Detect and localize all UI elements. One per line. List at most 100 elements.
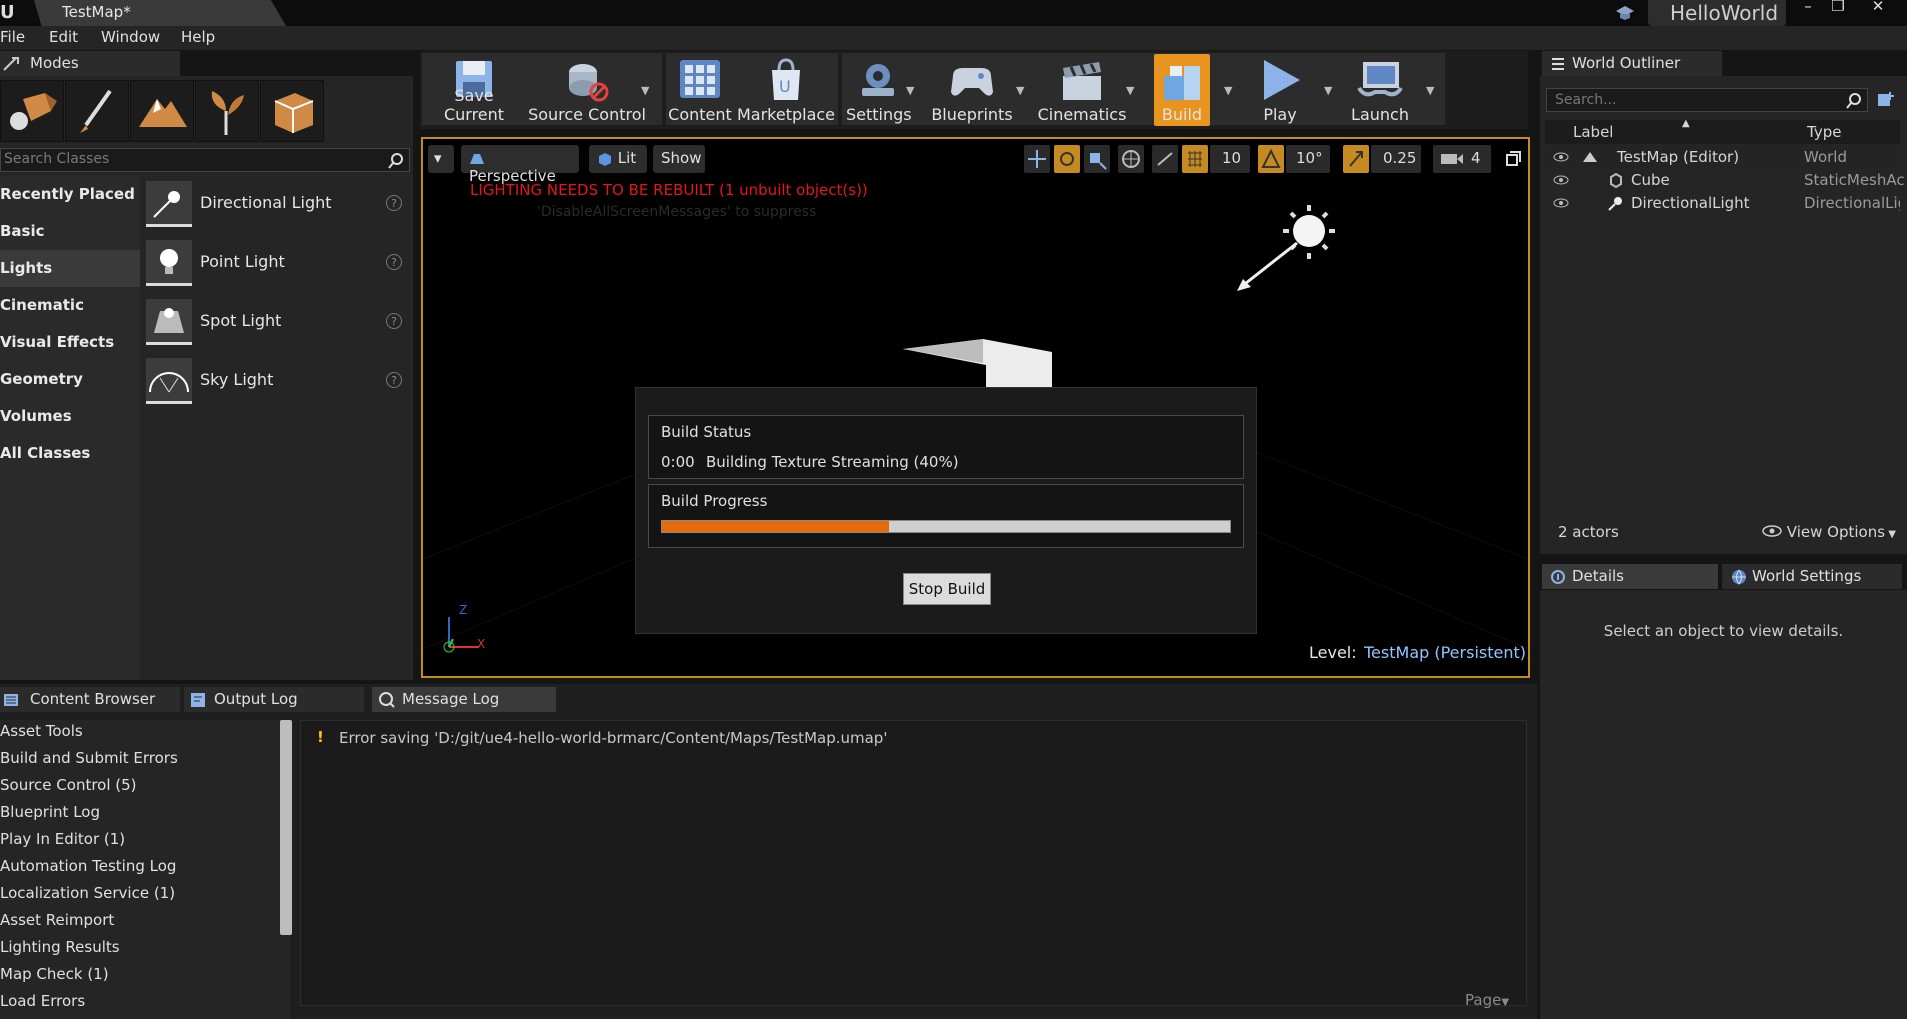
log-category-item[interactable]: Map Check (1)	[0, 965, 109, 983]
help-icon[interactable]: ?	[386, 195, 402, 211]
spot-light-item[interactable]: Spot Light ?	[146, 295, 410, 353]
category-scrollbar[interactable]	[280, 720, 292, 935]
point-light-item[interactable]: Point Light ?	[146, 236, 410, 294]
foliage-mode-button[interactable]	[195, 80, 259, 142]
grid-snap-icon[interactable]	[1182, 145, 1208, 173]
unreal-logo-icon[interactable]: U	[0, 2, 16, 24]
settings-button[interactable]: Settings	[846, 54, 912, 126]
scale-tool-icon[interactable]	[1084, 145, 1110, 173]
build-dropdown-caret[interactable]: ▼	[1224, 84, 1232, 97]
log-category-item[interactable]: Build and Submit Errors	[0, 749, 178, 767]
log-category-item[interactable]: Asset Reimport	[0, 911, 114, 929]
rotation-snap-value[interactable]: 10°	[1286, 145, 1330, 173]
log-category-item[interactable]: Load Errors	[0, 992, 85, 1010]
outliner-search-input[interactable]: Search...	[1546, 88, 1868, 112]
log-category-item[interactable]: Source Control (5)	[0, 776, 137, 794]
document-tab[interactable]: TestMap*	[34, 0, 286, 26]
add-actor-icon[interactable]	[1874, 88, 1898, 112]
help-icon[interactable]: ?	[386, 254, 402, 270]
grid-snap-value[interactable]: 10	[1210, 145, 1250, 173]
content-browser-tab[interactable]: Content Browser	[0, 687, 180, 712]
page-dropdown[interactable]: Page▼	[1465, 991, 1509, 1009]
camera-speed-button[interactable]: 4	[1433, 145, 1491, 173]
modes-tab[interactable]: Modes	[0, 51, 180, 76]
outliner-row[interactable]: TestMap (Editor) World	[1545, 146, 1900, 168]
category-geometry[interactable]: Geometry	[0, 361, 140, 398]
visibility-eye-icon[interactable]	[1553, 195, 1569, 211]
rotate-tool-icon[interactable]	[1054, 145, 1080, 173]
view-options-button[interactable]: View Options ▼	[1762, 523, 1896, 541]
help-icon[interactable]: ?	[386, 372, 402, 388]
cinematics-dropdown-caret[interactable]: ▼	[1126, 84, 1134, 97]
rotation-snap-icon[interactable]	[1258, 145, 1284, 173]
landscape-mode-button[interactable]	[130, 80, 194, 142]
source-control-dropdown-caret[interactable]: ▼	[641, 84, 649, 97]
source-control-button[interactable]: Source Control	[528, 54, 646, 126]
minimize-button[interactable]: –	[1794, 0, 1822, 14]
launch-button[interactable]: Launch	[1342, 54, 1418, 126]
category-all-classes[interactable]: All Classes	[0, 435, 140, 472]
content-button[interactable]: Content	[668, 54, 732, 126]
outliner-row[interactable]: DirectionalLight DirectionalLig	[1545, 192, 1900, 214]
close-button[interactable]: ✕	[1864, 0, 1892, 14]
sky-light-item[interactable]: Sky Light ?	[146, 354, 410, 412]
menu-help[interactable]: Help	[181, 28, 215, 46]
outliner-row[interactable]: Cube StaticMeshAc	[1545, 169, 1905, 191]
lit-button[interactable]: Lit	[589, 145, 647, 173]
details-tab[interactable]: Details	[1542, 564, 1718, 589]
graduation-cap-icon[interactable]	[1614, 2, 1636, 24]
world-coords-icon[interactable]	[1118, 145, 1144, 173]
place-mode-button[interactable]	[0, 80, 64, 142]
directional-light-item[interactable]: Directional Light ?	[146, 177, 410, 235]
category-visual-effects[interactable]: Visual Effects	[0, 324, 140, 361]
message-log-tab[interactable]: Message Log	[372, 687, 556, 712]
category-recently-placed[interactable]: Recently Placed	[0, 176, 140, 213]
search-classes-input[interactable]: Search Classes	[0, 148, 410, 172]
visibility-eye-icon[interactable]	[1553, 172, 1569, 188]
output-log-tab[interactable]: Output Log	[184, 687, 364, 712]
paint-mode-button[interactable]	[65, 80, 129, 142]
log-message[interactable]: Error saving 'D:/git/ue4-hello-world-brm…	[339, 729, 887, 747]
build-button[interactable]: Build	[1154, 54, 1210, 126]
category-cinematic[interactable]: Cinematic	[0, 287, 140, 324]
log-category-item[interactable]: Blueprint Log	[0, 803, 100, 821]
translate-tool-icon[interactable]	[1024, 145, 1050, 173]
help-icon[interactable]: ?	[386, 313, 402, 329]
menu-file[interactable]: File	[0, 28, 25, 46]
log-category-item[interactable]: Lighting Results	[0, 938, 120, 956]
play-dropdown-caret[interactable]: ▼	[1324, 84, 1332, 97]
surface-snap-icon[interactable]	[1152, 145, 1178, 173]
menu-edit[interactable]: Edit	[49, 28, 78, 46]
cinematics-button[interactable]: Cinematics	[1034, 54, 1130, 126]
maximize-viewport-icon[interactable]	[1504, 150, 1522, 168]
log-category-item[interactable]: Localization Service (1)	[0, 884, 175, 902]
stop-build-button[interactable]: Stop Build	[903, 573, 991, 605]
save-current-button[interactable]: Save Current	[424, 54, 524, 126]
blueprints-button[interactable]: Blueprints	[926, 54, 1018, 126]
menu-window[interactable]: Window	[101, 28, 160, 46]
launch-dropdown-caret[interactable]: ▼	[1426, 84, 1434, 97]
blueprints-dropdown-caret[interactable]: ▼	[1016, 84, 1024, 97]
cinematics-clapper-icon	[1063, 62, 1101, 100]
world-outliner-tab[interactable]: World Outliner	[1542, 51, 1722, 76]
show-button[interactable]: Show	[653, 145, 705, 173]
log-category-item[interactable]: Play In Editor (1)	[0, 830, 125, 848]
maximize-button[interactable]: ❐	[1824, 0, 1852, 14]
category-basic[interactable]: Basic	[0, 213, 140, 250]
log-category-item[interactable]: Automation Testing Log	[0, 857, 176, 875]
geometry-mode-button[interactable]	[260, 80, 324, 142]
category-volumes[interactable]: Volumes	[0, 398, 140, 435]
category-lights[interactable]: Lights	[0, 250, 140, 287]
play-button[interactable]: Play	[1240, 54, 1320, 126]
world-settings-tab[interactable]: World Settings	[1722, 564, 1902, 589]
viewport-options-button[interactable]: ▾	[428, 145, 454, 173]
column-type-header[interactable]: Type	[1807, 123, 1841, 141]
marketplace-button[interactable]: U Marketplace	[736, 54, 836, 126]
column-label-header[interactable]: Label	[1573, 123, 1613, 141]
settings-dropdown-caret[interactable]: ▼	[906, 84, 914, 97]
visibility-eye-icon[interactable]	[1553, 149, 1569, 165]
log-category-item[interactable]: Asset Tools	[0, 722, 83, 740]
perspective-button[interactable]: Perspective	[461, 145, 579, 185]
scale-snap-value[interactable]: 0.25	[1371, 145, 1421, 173]
scale-snap-icon[interactable]	[1343, 145, 1369, 173]
